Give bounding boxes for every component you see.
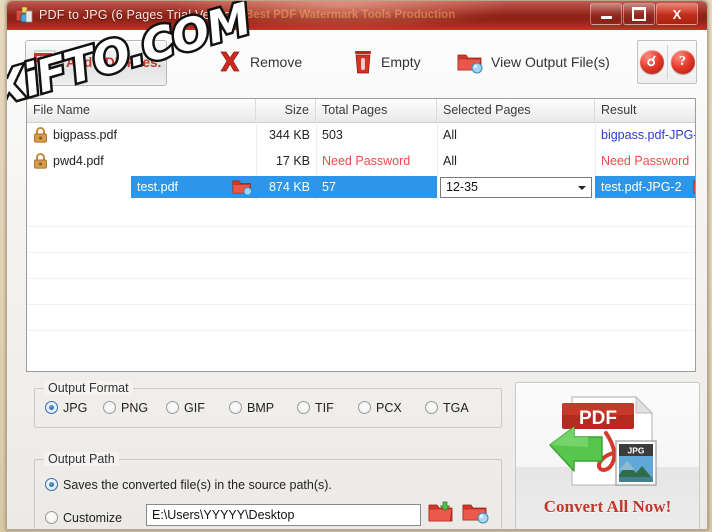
remove-label: Remove <box>250 54 303 70</box>
empty-button[interactable]: Empty <box>352 40 421 84</box>
svg-text:PDF: PDF <box>37 56 50 63</box>
question-mark-icon[interactable]: ? <box>670 50 695 74</box>
pdf-file-icon: PDF <box>34 50 58 76</box>
cell-file-name: test.pdf <box>137 180 178 194</box>
file-list-header: File Name Size Total Pages Selected Page… <box>27 99 695 123</box>
folder-search-icon[interactable] <box>232 178 253 196</box>
svg-text:JPG: JPG <box>627 446 644 456</box>
application-window: Best PDF Watermark Tools Production PDF … <box>6 0 708 530</box>
column-header-result[interactable]: Result <box>595 99 695 121</box>
divider <box>666 45 668 79</box>
selected-pages-value: 12-35 <box>446 180 478 194</box>
column-header-total-pages[interactable]: Total Pages <box>316 99 437 121</box>
radio-source-path[interactable] <box>45 478 58 491</box>
svg-text:PDF: PDF <box>579 408 617 429</box>
folder-search-icon[interactable] <box>693 178 696 196</box>
toolbar-right-group: ☌ ? <box>637 40 697 84</box>
view-output-files-button[interactable]: View Output File(s) <box>457 40 610 84</box>
cell-result[interactable]: bigpass.pdf-JPG-0 <box>601 122 695 148</box>
cell-result: test.pdf-JPG-2 <box>601 180 682 194</box>
empty-label: Empty <box>381 54 421 70</box>
view-output-files-label: View Output File(s) <box>491 54 610 70</box>
key-icon[interactable]: ☌ <box>639 50 664 74</box>
empty-row <box>27 330 695 356</box>
radio-label-bmp: BMP <box>247 401 275 415</box>
add-pdf-files-button[interactable]: PDF Add PDF Files... <box>25 40 167 86</box>
cell-size: 344 KB <box>268 128 310 142</box>
radio-jpg[interactable] <box>45 401 58 414</box>
minimize-icon <box>600 15 612 19</box>
cell-selected-pages: All <box>443 128 457 142</box>
radio-label-tif: TIF <box>315 401 334 415</box>
empty-row <box>27 304 695 331</box>
title-subtitle: Best PDF Watermark Tools Production <box>245 9 456 21</box>
pdf-to-jpg-illustration: PDF JPG <box>549 395 657 486</box>
empty-row <box>27 226 695 253</box>
radio-bmp[interactable] <box>229 401 242 414</box>
remove-button[interactable]: Remove <box>217 40 302 84</box>
client-area: PDF Add PDF Files... Remove Empty View O… <box>7 30 707 529</box>
convert-all-now-label: Convert All Now! <box>543 497 672 516</box>
radio-label-tga: TGA <box>443 401 469 415</box>
close-icon: X <box>672 6 682 22</box>
table-row-selected[interactable]: test.pdf 874 KB 57 12-35 test.pdf-JPG-2 <box>27 174 695 200</box>
maximize-icon <box>632 7 646 21</box>
radio-label-jpg: JPG <box>63 401 88 415</box>
minimize-button[interactable] <box>590 3 622 25</box>
radio-label-customize: Customize <box>63 511 123 525</box>
locked-icon <box>34 127 47 143</box>
output-path-title: Output Path <box>44 452 119 466</box>
trash-can-icon <box>355 51 371 74</box>
toolbar: PDF Add PDF Files... Remove Empty View O… <box>7 32 707 92</box>
remove-x-icon <box>220 51 240 72</box>
cell-size: 874 KB <box>268 180 310 194</box>
radio-tif[interactable] <box>297 401 310 414</box>
chevron-down-icon <box>578 186 586 190</box>
app-icon <box>16 7 33 23</box>
cell-total-pages: 503 <box>322 128 343 142</box>
radio-png[interactable] <box>103 401 116 414</box>
column-header-selected-pages[interactable]: Selected Pages <box>437 99 595 121</box>
table-row[interactable]: pwd4.pdf 17 KB Need Password All Need Pa… <box>27 148 695 174</box>
window-title: PDF to JPG (6 Pages Trial Version) <box>39 8 243 22</box>
table-row[interactable]: bigpass.pdf 344 KB 503 All bigpass.pdf-J… <box>27 122 695 148</box>
desktop-background: Best PDF Watermark Tools Production PDF … <box>0 0 712 532</box>
selected-pages-dropdown[interactable]: 12-35 <box>440 177 592 198</box>
cell-size: 17 KB <box>275 154 310 168</box>
convert-all-now-button[interactable]: PDF JPG Convert All Now! <box>515 382 700 529</box>
cell-file-name: pwd4.pdf <box>53 154 104 168</box>
radio-label-source-path: Saves the converted file(s) in the sourc… <box>63 478 332 492</box>
maximize-button[interactable] <box>623 3 655 25</box>
folder-search-icon[interactable] <box>462 501 490 525</box>
radio-label-gif: GIF <box>184 401 205 415</box>
radio-tga[interactable] <box>425 401 438 414</box>
file-list[interactable]: File Name Size Total Pages Selected Page… <box>26 98 696 372</box>
cell-selected-pages: All <box>443 154 457 168</box>
radio-label-png: PNG <box>121 401 149 415</box>
empty-row <box>27 278 695 305</box>
cell-total-pages: 57 <box>322 180 336 194</box>
locked-icon <box>34 153 47 169</box>
cell-total-pages: Need Password <box>322 154 411 168</box>
radio-label-pcx: PCX <box>376 401 402 415</box>
cell-file-name: bigpass.pdf <box>53 128 117 142</box>
radio-pcx[interactable] <box>358 401 371 414</box>
close-button[interactable]: X <box>656 3 698 25</box>
radio-customize-path[interactable] <box>45 511 58 524</box>
column-header-size[interactable]: Size <box>256 99 316 121</box>
output-format-group: Output Format JPG PNG GIF BMP TIF PCX TG… <box>34 381 502 428</box>
radio-gif[interactable] <box>166 401 179 414</box>
cell-result: Need Password <box>601 154 690 168</box>
empty-row <box>27 200 695 227</box>
output-path-input[interactable]: E:\Users\YYYYY\Desktop <box>146 504 421 526</box>
open-folder-icon[interactable] <box>428 501 454 525</box>
output-format-title: Output Format <box>44 381 133 395</box>
add-pdf-files-label: Add PDF Files... <box>66 55 162 70</box>
title-bar: Best PDF Watermark Tools Production PDF … <box>7 1 707 30</box>
folder-search-icon <box>457 54 483 74</box>
empty-row <box>27 252 695 279</box>
file-list-rows: bigpass.pdf 344 KB 503 All bigpass.pdf-J… <box>27 122 695 370</box>
column-header-file-name[interactable]: File Name <box>27 99 256 121</box>
